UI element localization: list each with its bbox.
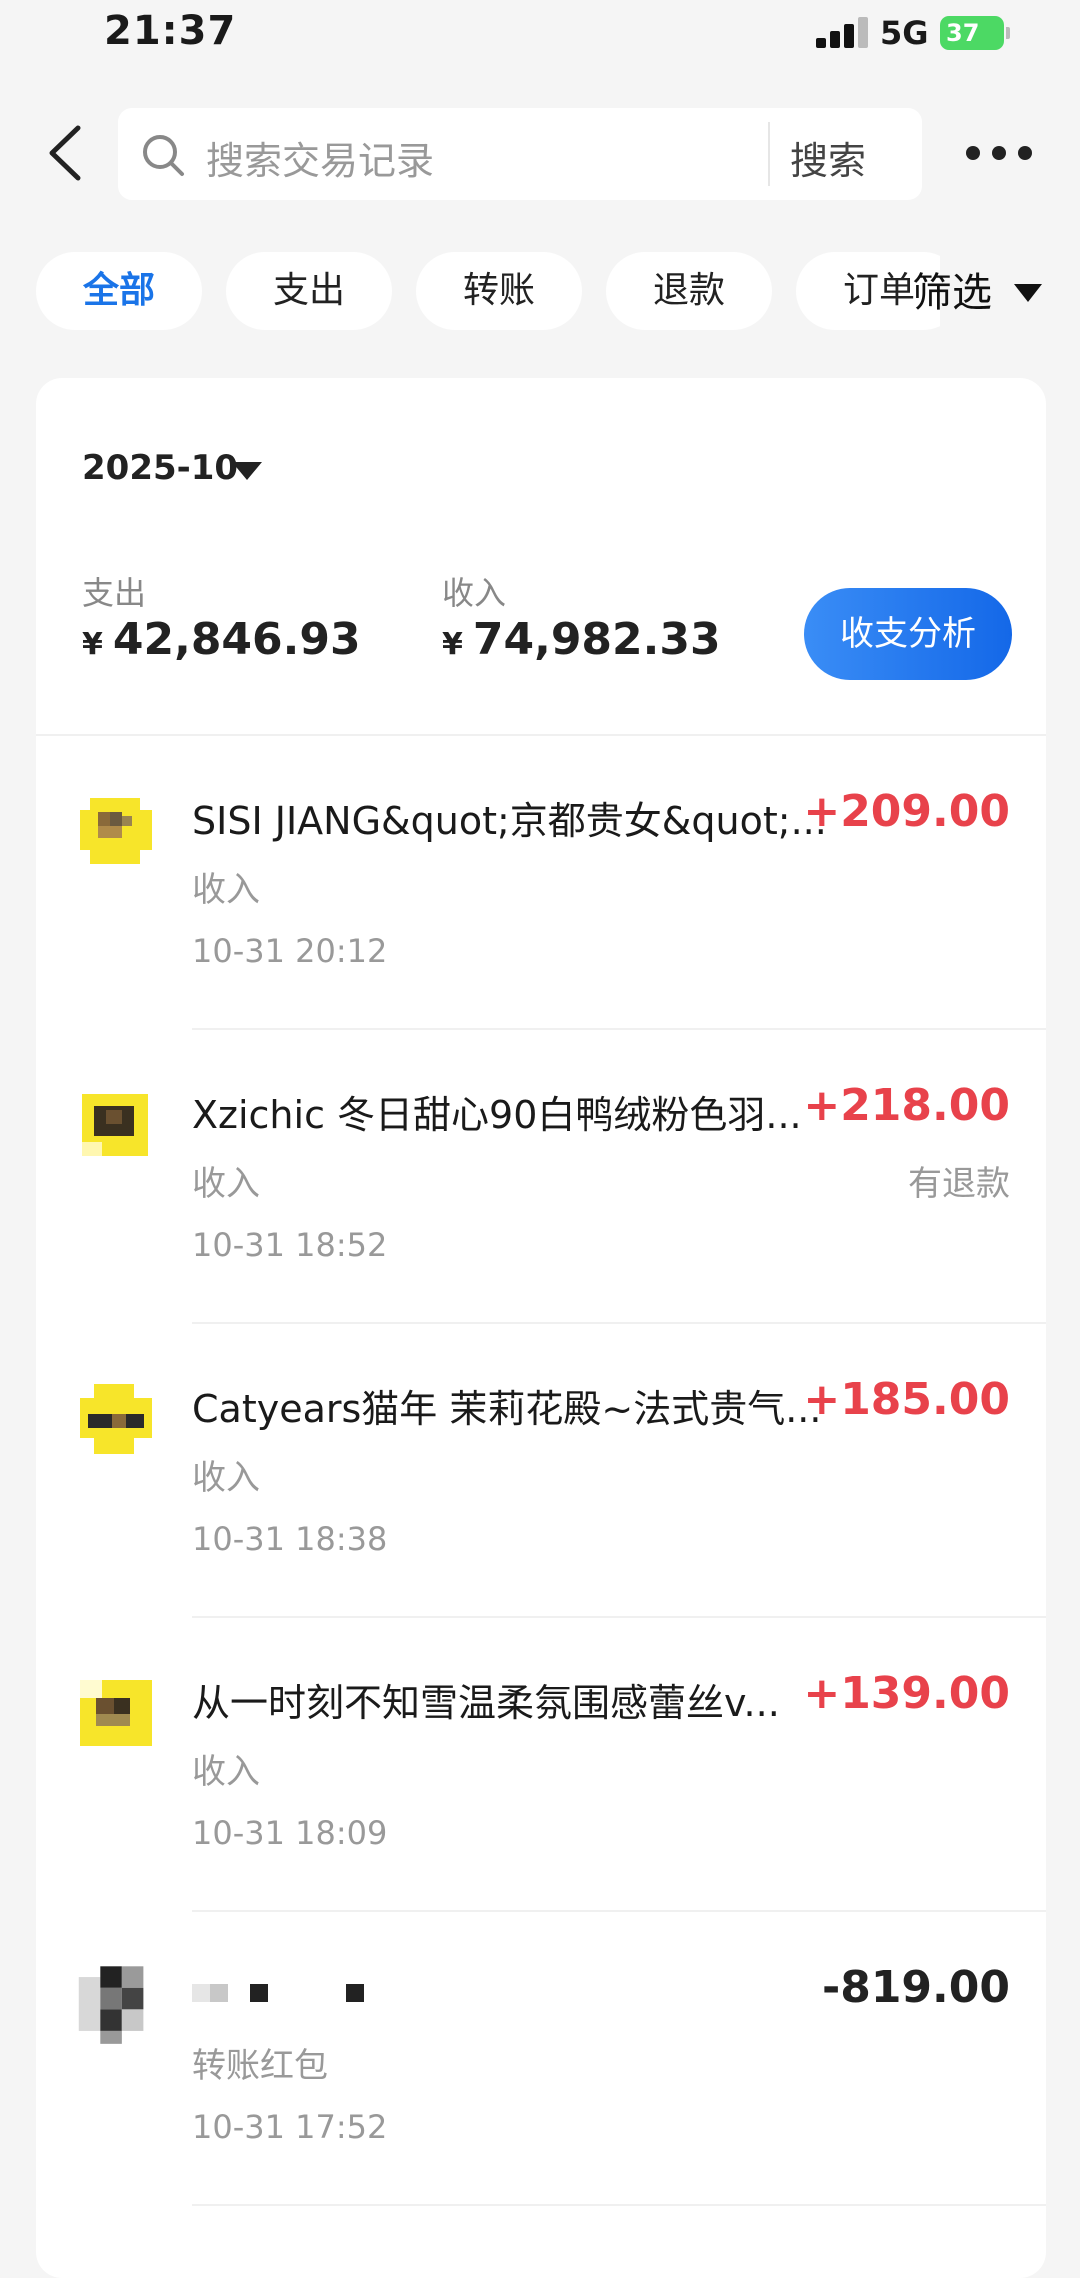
chip-transfer[interactable]: 转账 (416, 252, 582, 330)
transaction-row[interactable]: Xzichic 冬日甜心90白鸭绒粉色羽... +218.00 收入 有退款 1… (36, 1030, 1046, 1324)
more-dot-icon (992, 146, 1006, 160)
transaction-row[interactable]: Catyears猫年 茉莉花殿~法式贵气... +185.00 收入 10-31… (36, 1324, 1046, 1618)
transaction-amount: +185.00 (803, 1374, 1010, 1425)
search-divider (768, 122, 770, 186)
status-time: 21:37 (104, 8, 237, 54)
transaction-type: 收入 (192, 870, 260, 910)
transaction-row[interactable]: -819.00 转账红包 10-31 17:52 (36, 1912, 1046, 2206)
back-button[interactable] (40, 118, 90, 188)
shop-avatar (80, 1384, 152, 1454)
chevron-left-icon (49, 125, 81, 181)
transaction-type: 收入 (192, 1458, 260, 1498)
transactions-card: 2025-10 支出 ¥42,846.93 收入 ¥74,982.33 收支分析… (36, 378, 1046, 2278)
more-button[interactable] (966, 138, 1036, 168)
chip-refund[interactable]: 退款 (606, 252, 772, 330)
chip-expense[interactable]: 支出 (226, 252, 392, 330)
income-total: ¥74,982.33 (442, 614, 721, 665)
currency-symbol: ¥ (442, 627, 463, 662)
signal-icon (816, 16, 872, 48)
transaction-amount: +218.00 (803, 1080, 1010, 1131)
transaction-title: Catyears猫年 茉莉花殿~法式贵气... (192, 1387, 822, 1431)
shop-avatar (80, 798, 152, 864)
transaction-title: 从一时刻不知雪温柔氛围感蕾丝v... (192, 1681, 780, 1725)
transaction-amount: +139.00 (803, 1668, 1010, 1719)
income-amount: 74,982.33 (472, 614, 721, 665)
refund-tag: 有退款 (908, 1164, 1010, 1204)
currency-symbol: ¥ (82, 627, 103, 662)
transaction-type: 收入 (192, 1752, 260, 1792)
filter-button[interactable]: 筛选 (912, 260, 992, 318)
shop-avatar (82, 1094, 148, 1156)
transaction-time: 10-31 20:12 (192, 932, 388, 970)
search-bar[interactable]: 搜索交易记录 搜索 (118, 108, 922, 200)
caret-down-icon (232, 462, 262, 480)
transaction-type: 收入 (192, 1164, 260, 1204)
transaction-row[interactable]: 从一时刻不知雪温柔氛围感蕾丝v... +139.00 收入 10-31 18:0… (36, 1618, 1046, 1912)
transaction-row[interactable]: SISI JIANG&quot;京都贵女&quot;... +209.00 收入… (36, 736, 1046, 1030)
search-button[interactable]: 搜索 (790, 130, 866, 185)
more-dot-icon (1018, 146, 1032, 160)
search-icon (143, 135, 184, 176)
caret-down-icon (1014, 284, 1042, 302)
expense-total: ¥42,846.93 (82, 614, 361, 665)
battery-level: 37 (946, 19, 980, 47)
transaction-amount: -819.00 (821, 1962, 1010, 2013)
expense-amount: 42,846.93 (112, 614, 361, 665)
user-avatar (78, 1966, 144, 2044)
transaction-amount: +209.00 (803, 786, 1010, 837)
network-type: 5G (880, 14, 929, 52)
transaction-time: 10-31 17:52 (192, 2108, 388, 2146)
month-selector[interactable]: 2025-10 (82, 448, 238, 488)
search-input[interactable]: 搜索交易记录 (206, 130, 434, 185)
income-label: 收入 (442, 574, 507, 612)
shop-avatar (80, 1680, 152, 1746)
transaction-type: 转账红包 (192, 2046, 328, 2086)
divider (192, 2204, 1046, 2206)
transaction-time: 10-31 18:09 (192, 1814, 388, 1852)
status-bar: 21:37 5G 37 (0, 0, 1080, 80)
transaction-title: SISI JIANG&quot;京都贵女&quot;... (192, 799, 827, 843)
transaction-title: Xzichic 冬日甜心90白鸭绒粉色羽... (192, 1093, 802, 1137)
expense-label: 支出 (82, 574, 147, 612)
analysis-button[interactable]: 收支分析 (804, 588, 1012, 680)
battery-icon: 37 (940, 16, 1010, 50)
more-dot-icon (966, 146, 980, 160)
transaction-time: 10-31 18:38 (192, 1520, 388, 1558)
transaction-time: 10-31 18:52 (192, 1226, 388, 1264)
chip-all[interactable]: 全部 (36, 252, 202, 330)
